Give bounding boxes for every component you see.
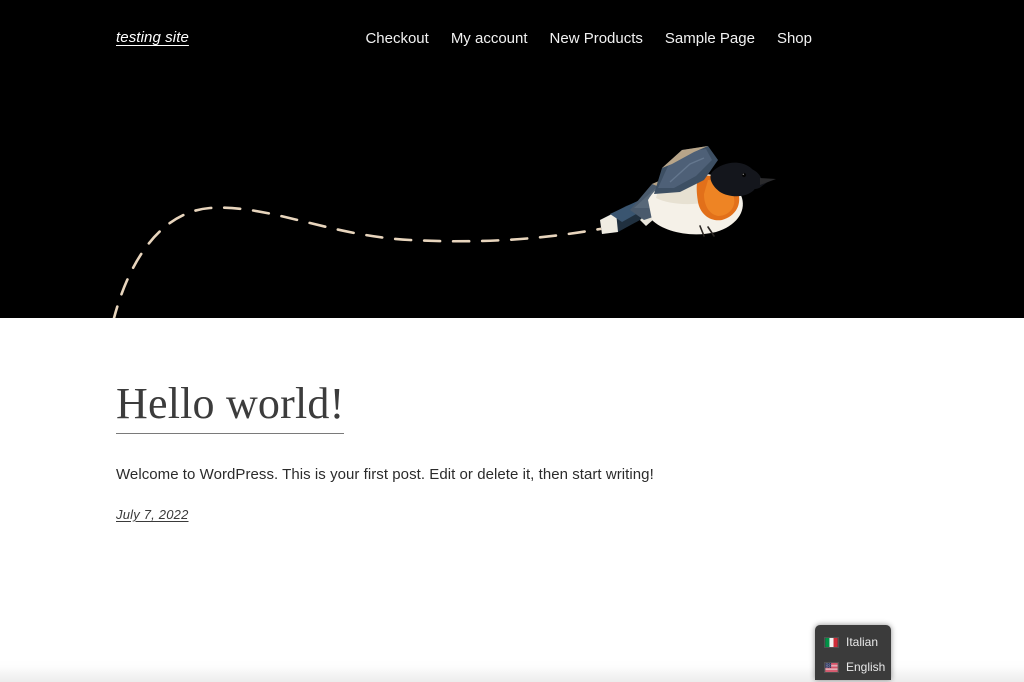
hero-banner: testing site Checkout My account New Pro… (0, 0, 1024, 318)
flag-italy-icon (824, 636, 839, 648)
language-option-italian[interactable]: Italian (815, 630, 891, 655)
language-label-english: English (846, 660, 886, 674)
nav-item-my-account[interactable]: My account (451, 29, 528, 48)
nav-item-sample-page[interactable]: Sample Page (665, 29, 755, 48)
nav-item-checkout[interactable]: Checkout (365, 29, 428, 48)
language-option-english[interactable]: English (815, 655, 891, 680)
post-excerpt: Welcome to WordPress. This is your first… (116, 466, 654, 483)
language-label-italian: Italian (846, 635, 879, 649)
nav-item-new-products[interactable]: New Products (550, 29, 643, 48)
bird-trail-path (112, 194, 678, 318)
post-article: Hello world! Welcome to WordPress. This … (116, 378, 856, 524)
bird-illustration (600, 146, 776, 237)
site-header: testing site Checkout My account New Pro… (0, 0, 1024, 76)
nav-item-shop[interactable]: Shop (777, 29, 812, 48)
site-title-link[interactable]: testing site (116, 29, 189, 46)
language-switcher[interactable]: Italian English (815, 625, 891, 680)
flag-usa-icon (824, 661, 839, 673)
post-title[interactable]: Hello world! (116, 378, 345, 434)
post-date-link[interactable]: July 7, 2022 (116, 507, 189, 522)
primary-navigation: Checkout My account New Products Sample … (365, 29, 812, 48)
